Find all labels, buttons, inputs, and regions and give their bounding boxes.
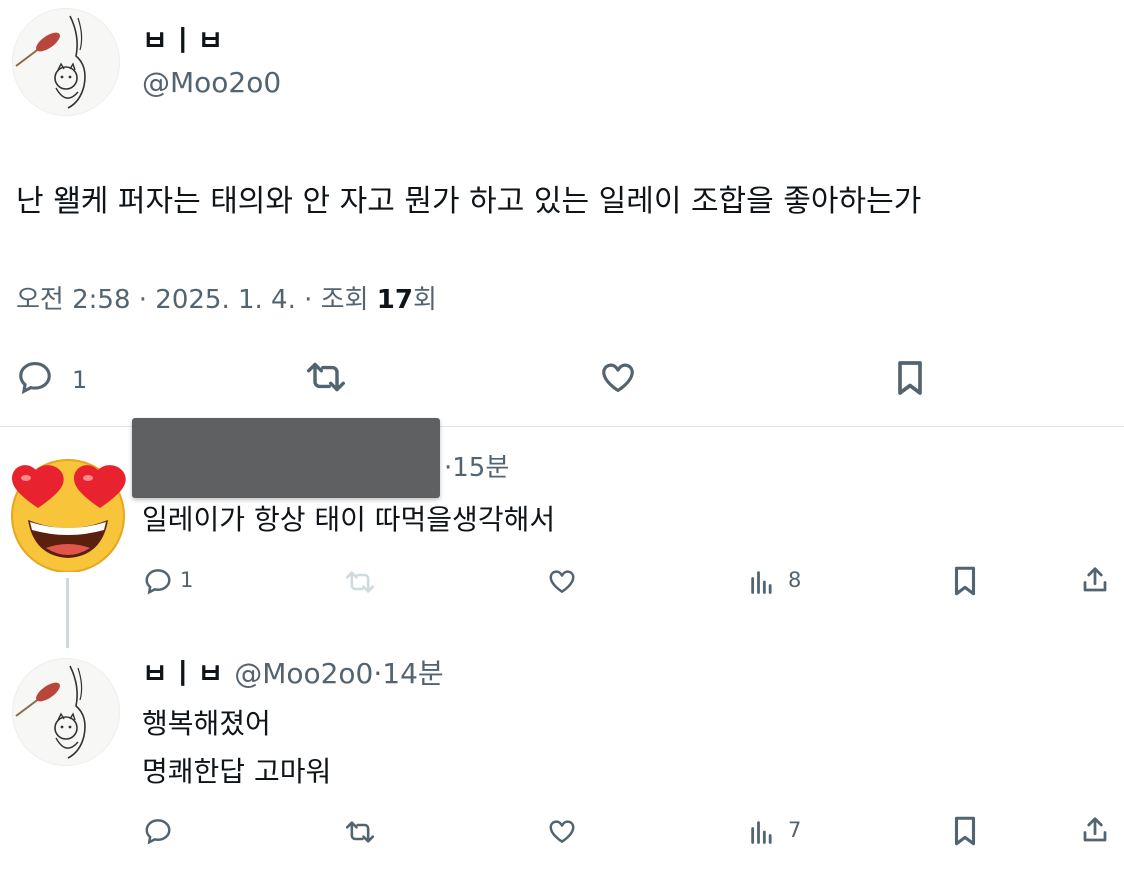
share-button[interactable] <box>1080 814 1110 846</box>
reply-text: 일레이가 항상 태이 따먹을생각해서 <box>142 503 556 536</box>
bookmark-icon <box>954 566 976 596</box>
bookmark-button[interactable] <box>892 358 928 398</box>
reply-time[interactable]: ·14분 <box>373 657 443 690</box>
thread-line <box>66 578 69 648</box>
heart-icon <box>602 363 634 393</box>
author-display-name[interactable]: ㅂㅣㅂ <box>142 657 225 690</box>
share-button[interactable] <box>1080 564 1110 596</box>
views-button[interactable] <box>748 818 776 846</box>
reply-button[interactable] <box>142 566 174 596</box>
reply-count: 1 <box>72 366 88 394</box>
views-button[interactable] <box>748 568 776 596</box>
retweet-icon <box>345 821 375 843</box>
reply-icon <box>145 819 171 845</box>
bookmark-icon <box>954 816 976 846</box>
bookmark-button[interactable] <box>950 814 980 848</box>
avatar-drawing-icon <box>15 665 86 759</box>
reply-avatar[interactable] <box>6 448 130 573</box>
analytics-icon <box>751 571 772 594</box>
view-count: 7 <box>788 818 802 842</box>
author-handle[interactable]: @Moo2o0 <box>142 66 281 100</box>
reply-header: ㅂㅣㅂ @Moo2o0·14분 <box>142 656 444 692</box>
reply-icon <box>145 569 171 595</box>
reply-text-line-1: 행복해졌어 <box>142 707 271 740</box>
redacted-username-block <box>132 418 440 498</box>
view-count: 8 <box>788 568 802 592</box>
heart-eyes-emoji-icon <box>11 459 126 573</box>
analytics-icon <box>751 821 772 844</box>
reply-icon <box>19 361 51 395</box>
bookmark-icon <box>898 361 922 395</box>
retweet-button[interactable] <box>304 358 348 396</box>
reply-button[interactable] <box>142 816 174 846</box>
author-avatar[interactable] <box>12 8 120 116</box>
like-button[interactable] <box>546 566 578 596</box>
view-count: 17 <box>376 285 413 315</box>
share-icon <box>1083 567 1107 592</box>
tweet-timestamp-views: 오전 2:58 · 2025. 1. 4. · 조회 17회 <box>16 284 437 316</box>
reply-time[interactable]: ·15분 <box>444 452 509 484</box>
bookmark-button[interactable] <box>950 564 980 598</box>
like-button[interactable] <box>598 358 638 396</box>
reply-button[interactable] <box>16 358 54 396</box>
retweet-button-disabled <box>342 568 378 596</box>
tweet-timestamp[interactable]: 오전 2:58 · 2025. 1. 4. · 조회 <box>16 285 377 315</box>
share-icon <box>1083 817 1107 842</box>
reply-text-line-2: 명쾌한답 고마워 <box>142 755 332 788</box>
like-button[interactable] <box>546 816 578 846</box>
retweet-button[interactable] <box>342 818 378 846</box>
heart-icon <box>549 820 575 843</box>
reply-count: 1 <box>180 568 194 592</box>
view-suffix: 회 <box>412 285 437 315</box>
avatar-drawing-icon <box>15 15 86 109</box>
heart-icon <box>549 570 575 593</box>
author-handle[interactable]: @Moo2o0 <box>234 657 373 690</box>
retweet-icon <box>345 571 375 593</box>
author-display-name[interactable]: ㅂㅣㅂ <box>142 24 225 58</box>
author-avatar[interactable] <box>12 658 120 766</box>
retweet-icon <box>306 362 346 392</box>
tweet-text: 난 왤케 퍼자는 태의와 안 자고 뭔가 하고 있는 일레이 조합을 좋아하는가 <box>16 184 922 219</box>
